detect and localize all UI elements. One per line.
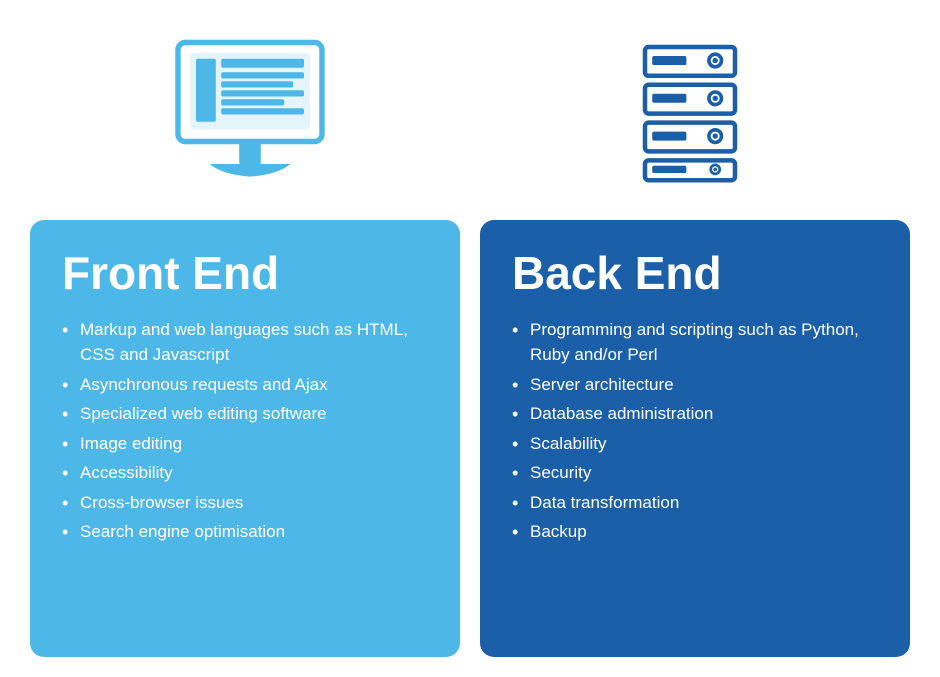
list-item: Scalability xyxy=(512,431,878,457)
list-item: Cross-browser issues xyxy=(62,490,428,516)
front-end-list: Markup and web languages such as HTML, C… xyxy=(62,317,428,545)
back-end-title: Back End xyxy=(512,248,878,299)
list-item: Markup and web languages such as HTML, C… xyxy=(62,317,428,368)
list-item: Accessibility xyxy=(62,460,428,486)
list-item: Specialized web editing software xyxy=(62,401,428,427)
back-end-card: Back End Programming and scripting such … xyxy=(480,220,910,657)
list-item: Search engine optimisation xyxy=(62,519,428,545)
list-item: Security xyxy=(512,460,878,486)
list-item: Asynchronous requests and Ajax xyxy=(62,372,428,398)
list-item: Programming and scripting such as Python… xyxy=(512,317,878,368)
list-item: Data transformation xyxy=(512,490,878,516)
back-end-list: Programming and scripting such as Python… xyxy=(512,317,878,545)
list-item: Server architecture xyxy=(512,372,878,398)
server-icon xyxy=(492,20,888,200)
front-end-card: Front End Markup and web languages such … xyxy=(30,220,460,657)
cards-row: Front End Markup and web languages such … xyxy=(30,220,910,657)
monitor-icon xyxy=(52,20,448,200)
list-item: Backup xyxy=(512,519,878,545)
front-end-title: Front End xyxy=(62,248,428,299)
list-item: Image editing xyxy=(62,431,428,457)
list-item: Database administration xyxy=(512,401,878,427)
icons-row xyxy=(30,20,910,200)
